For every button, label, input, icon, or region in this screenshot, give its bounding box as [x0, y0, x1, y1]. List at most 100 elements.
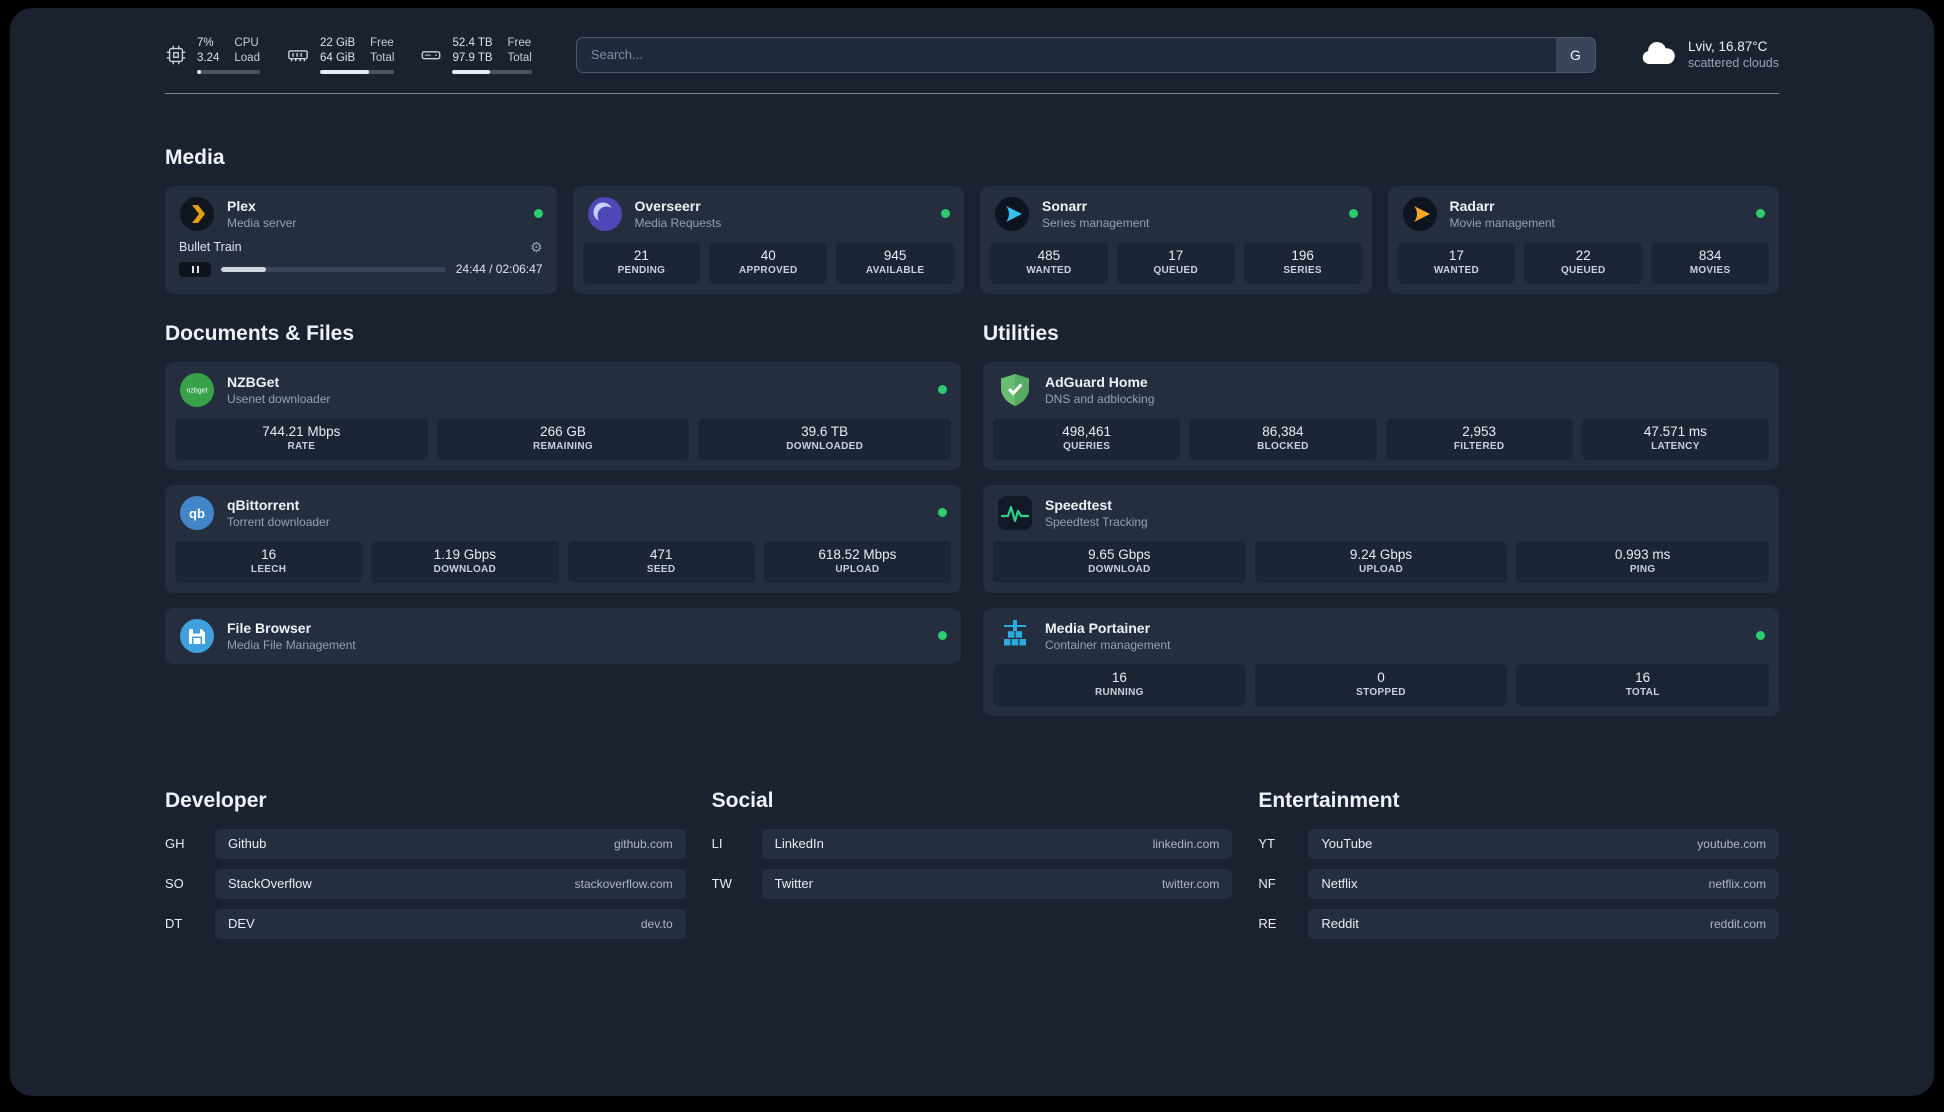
stat-label: UPLOAD: [1358, 563, 1403, 575]
memory-icon: [286, 44, 310, 66]
stat-label: LATENCY: [1651, 440, 1700, 452]
weather-widget[interactable]: Lviv, 16.87°C scattered clouds: [1640, 39, 1779, 70]
stat-label: SEED: [646, 563, 676, 575]
disk-progress-bar: [452, 69, 532, 74]
stat-label: RUNNING: [1094, 686, 1144, 698]
stat-blocked: 86,384 BLOCKED: [1189, 417, 1377, 460]
playback-time: 24:44 / 02:06:47: [455, 262, 543, 277]
service-card-overseerr[interactable]: Overseerr Media Requests 21 PENDING 40 A…: [572, 185, 964, 294]
bookmarks-social: Social LI LinkedIn linkedin.com TW Twitt…: [712, 789, 1233, 949]
bookmark-abbr: GH: [165, 836, 185, 852]
pause-button[interactable]: [179, 261, 211, 277]
stat-label: WANTED: [1026, 264, 1072, 276]
stat-value: 834: [1698, 247, 1722, 263]
disk-total-label: Total: [507, 51, 532, 64]
bookmark-link-reddit[interactable]: Reddit reddit.com: [1308, 908, 1779, 939]
stat-movies: 834 MOVIES: [1651, 241, 1769, 284]
service-card-sonarr[interactable]: Sonarr Series management 485 WANTED 17 Q…: [980, 185, 1372, 294]
playback-progress-bar[interactable]: [221, 266, 446, 272]
service-card-adguard[interactable]: AdGuard Home DNS and adblocking 498,461 …: [983, 361, 1779, 470]
cpu-progress-bar: [197, 69, 260, 74]
search-engine-button[interactable]: G: [1555, 36, 1596, 73]
disk-total-value: 97.9 TB: [452, 51, 493, 64]
documents-column: Documents & Files nzbget NZBGet Usenet d…: [165, 322, 961, 731]
bookmark-name: Reddit: [1321, 916, 1359, 932]
stat-download: 9.65 Gbps DOWNLOAD: [993, 540, 1246, 583]
stat-queued: 17 QUEUED: [1116, 241, 1235, 284]
stat-wanted: 485 WANTED: [990, 241, 1108, 284]
service-name: Plex: [227, 197, 256, 214]
middle-columns: Documents & Files nzbget NZBGet Usenet d…: [165, 322, 1779, 731]
section-title-media: Media: [165, 145, 225, 169]
status-online-indicator: [1348, 209, 1358, 219]
stat-value: 16: [1111, 669, 1127, 685]
bookmark-link-twitter[interactable]: Twitter twitter.com: [761, 868, 1233, 899]
stat-label: APPROVED: [738, 264, 798, 276]
service-card-qbittorrent[interactable]: qb qBittorrent Torrent downloader 16 LEE…: [165, 484, 961, 593]
stat-value: 0.993 ms: [1614, 546, 1671, 562]
memory-progress-bar: [319, 69, 395, 74]
stat-label: PENDING: [617, 264, 666, 276]
cpu-progress-fill: [197, 69, 202, 74]
stat-remaining: 266 GB REMAINING: [436, 417, 690, 460]
disk-progress-fill: [452, 69, 490, 74]
bookmark-netflix: NF Netflix netflix.com: [1258, 868, 1779, 899]
bookmark-url: stackoverflow.com: [574, 876, 673, 891]
stat-value: 40: [760, 247, 776, 263]
overseerr-icon: [587, 196, 623, 232]
service-card-radarr[interactable]: Radarr Movie management 17 WANTED 22 QUE…: [1387, 185, 1779, 294]
settings-gear-icon[interactable]: ⚙: [530, 240, 543, 254]
bookmark-url: netflix.com: [1708, 876, 1766, 891]
utilities-column: Utilities AdGuard Home DNS and adblockin…: [983, 322, 1779, 731]
stat-label: UPLOAD: [835, 563, 880, 575]
stat-seed: 471 SEED: [567, 540, 755, 583]
memory-free-value: 22 GiB: [319, 37, 356, 49]
search-input[interactable]: [575, 36, 1556, 73]
bookmark-abbr: YT: [1258, 836, 1275, 852]
stat-value: 47.571 ms: [1643, 423, 1707, 439]
section-title-developer: Developer: [165, 788, 267, 812]
service-subtitle: Media File Management: [227, 637, 356, 652]
service-card-nzbget[interactable]: nzbget NZBGet Usenet downloader 744.21 M…: [165, 361, 961, 470]
bookmark-name: Github: [228, 836, 267, 852]
bookmark-link-github[interactable]: Github github.com: [215, 828, 686, 859]
service-card-portainer[interactable]: Media Portainer Container management 16 …: [983, 607, 1779, 716]
status-online-indicator: [938, 508, 947, 518]
stat-value: 21: [633, 247, 649, 263]
nzbget-icon: nzbget: [179, 372, 215, 408]
radarr-icon: [1402, 196, 1438, 232]
service-card-filebrowser[interactable]: File Browser Media File Management: [165, 607, 961, 664]
stat-label: FILTERED: [1453, 440, 1505, 452]
stat-value: 266 GB: [540, 423, 586, 439]
stat-label: REMAINING: [533, 440, 593, 452]
status-online-indicator: [938, 631, 947, 641]
bookmark-link-netflix[interactable]: Netflix netflix.com: [1308, 868, 1779, 899]
service-card-speedtest[interactable]: Speedtest Speedtest Tracking 9.65 Gbps D…: [983, 484, 1779, 593]
bookmark-name: DEV: [228, 916, 255, 932]
memory-total-label: Total: [370, 51, 395, 64]
stat-label: QUEUED: [1560, 264, 1606, 276]
topbar-divider: [165, 92, 1779, 94]
service-name: qBittorrent: [227, 496, 300, 513]
bookmark-link-youtube[interactable]: YouTube youtube.com: [1308, 828, 1779, 859]
stat-value: 1.19 Gbps: [433, 546, 497, 562]
disk-free-value: 52.4 TB: [452, 37, 493, 49]
stat-label: PING: [1629, 563, 1656, 575]
bookmark-link-linkedin[interactable]: LinkedIn linkedin.com: [761, 828, 1233, 859]
stat-value: 16: [1635, 669, 1651, 685]
stat-latency: 47.571 ms LATENCY: [1581, 417, 1769, 460]
service-card-plex[interactable]: Plex Media server Bullet Train ⚙ 24:44 /…: [165, 185, 557, 294]
stat-value: 0: [1377, 669, 1385, 685]
bookmarks-entertainment: Entertainment YT YouTube youtube.com NF …: [1258, 789, 1779, 949]
status-online-indicator: [1756, 209, 1765, 219]
stat-value: 471: [649, 546, 673, 562]
bookmark-link-stackoverflow[interactable]: StackOverflow stackoverflow.com: [215, 868, 686, 899]
service-subtitle: Movie management: [1449, 215, 1555, 230]
memory-widget: 22 GiB 64 GiB Free Total: [286, 36, 395, 74]
service-name: Sonarr: [1042, 197, 1088, 214]
now-playing-title: Bullet Train: [179, 239, 242, 254]
stat-label: DOWNLOAD: [433, 563, 497, 575]
bookmark-link-dev[interactable]: DEV dev.to: [215, 908, 686, 939]
bookmark-url: youtube.com: [1697, 836, 1766, 851]
bookmark-twitter: TW Twitter twitter.com: [712, 868, 1233, 899]
